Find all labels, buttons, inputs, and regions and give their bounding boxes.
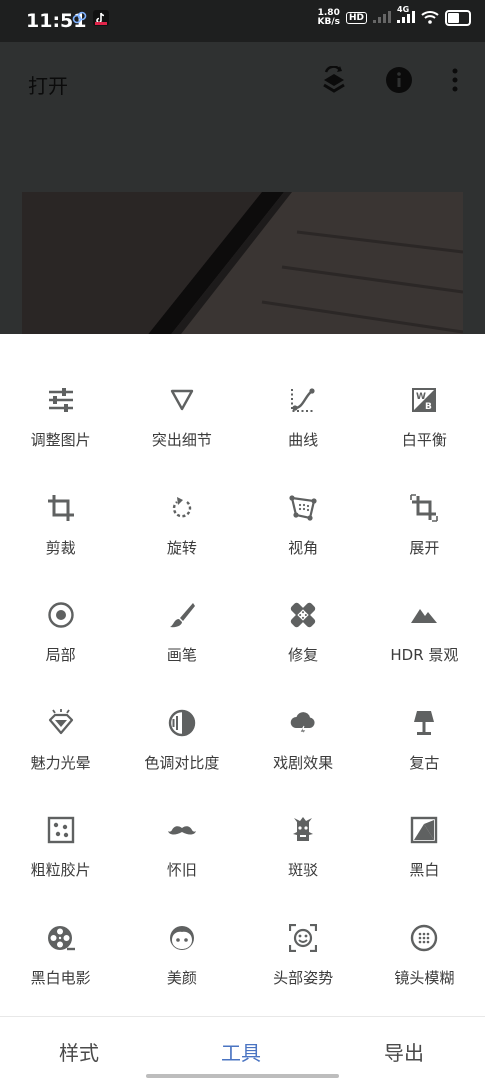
white-balance-icon: W B: [412, 388, 437, 412]
tool-label: 复古: [409, 753, 440, 772]
tool-expand[interactable]: 展开: [364, 482, 485, 590]
tool-glamour-glow[interactable]: 魅力光晕: [0, 697, 121, 805]
rotate-icon: [172, 496, 192, 517]
tool-label: 白平衡: [401, 431, 447, 449]
crop-icon: [47, 494, 74, 521]
face-icon: [169, 925, 194, 950]
glamour-glow-icon: [48, 708, 73, 734]
layers-undo-icon[interactable]: [320, 65, 348, 100]
tool-grunge[interactable]: 斑驳: [243, 804, 364, 912]
tool-tune-image[interactable]: 调整图片: [0, 374, 121, 482]
tool-label: 黑白: [409, 861, 440, 880]
editor-background: 打开: [0, 42, 485, 334]
tools-grid: 调整图片 突出细节 曲线 W B 白平衡 剪裁 旋转 视角 展开 局部 画笔 修…: [0, 374, 485, 1020]
open-button[interactable]: 打开: [28, 70, 68, 99]
tool-details[interactable]: 突出细节: [121, 374, 242, 482]
tonal-contrast-icon: [168, 709, 196, 736]
grainy-film-icon: [47, 817, 74, 844]
tool-tonal-contrast[interactable]: 色调对比度: [121, 697, 242, 805]
selective-icon: [47, 602, 74, 628]
tab-export[interactable]: 导出: [384, 1037, 424, 1066]
tool-label: 局部: [45, 646, 76, 665]
info-icon[interactable]: [385, 66, 413, 98]
status-bar: 11:51 1.80 KB/s HD 4G: [0, 0, 485, 42]
black-white-icon: [411, 817, 438, 844]
tool-noir[interactable]: 黑白电影: [0, 912, 121, 1020]
svg-text:B: B: [425, 402, 432, 412]
tool-label: 粗粒胶片: [30, 861, 91, 880]
battery-icon: [445, 10, 471, 26]
landscape-icon: [411, 609, 438, 624]
mustache-icon: [167, 826, 196, 835]
tool-label: 旋转: [166, 538, 197, 557]
tool-label: 画笔: [166, 646, 197, 665]
tool-label: 魅力光晕: [30, 753, 91, 772]
tool-label: 修复: [288, 646, 319, 665]
expand-icon: [410, 493, 439, 522]
head-pose-icon: [289, 923, 318, 952]
tool-label: 头部姿势: [273, 968, 334, 987]
tool-hdr[interactable]: HDR 景观: [364, 589, 485, 697]
grunge-icon: [293, 817, 314, 842]
tool-face[interactable]: 美颜: [121, 912, 242, 1020]
tool-label: 剪裁: [45, 538, 76, 557]
cloud-sync-icon: [72, 10, 88, 30]
tool-label: 突出细节: [151, 431, 212, 449]
tool-lens-blur[interactable]: 镜头模糊: [364, 912, 485, 1020]
tool-label: 戏剧效果: [273, 753, 334, 772]
tool-rotate[interactable]: 旋转: [121, 482, 242, 590]
wifi-icon: [421, 10, 439, 27]
tool-label: 镜头模糊: [394, 968, 455, 987]
tools-sheet: 调整图片 突出细节 曲线 W B 白平衡 剪裁 旋转 视角 展开 局部 画笔 修…: [0, 334, 485, 1016]
tab-styles[interactable]: 样式: [59, 1037, 99, 1066]
network-type: 4G: [397, 5, 415, 26]
healing-icon: [290, 602, 316, 628]
drama-cloud-icon: [290, 711, 315, 737]
tool-label: HDR 景观: [390, 646, 459, 665]
tool-black-white[interactable]: 黑白: [364, 804, 485, 912]
tool-label: 斑驳: [288, 861, 319, 880]
tool-white-balance[interactable]: W B 白平衡: [364, 374, 485, 482]
tab-tools[interactable]: 工具: [221, 1037, 261, 1066]
home-indicator[interactable]: [146, 1074, 339, 1078]
tool-brush[interactable]: 画笔: [121, 589, 242, 697]
tool-label: 黑白电影: [30, 968, 91, 987]
brush-icon: [169, 603, 195, 628]
tool-label: 曲线: [288, 431, 319, 449]
tool-drama[interactable]: 戏剧效果: [243, 697, 364, 805]
tool-perspective[interactable]: 视角: [243, 482, 364, 590]
triangle-down-icon: [170, 389, 194, 411]
tool-healing[interactable]: 修复: [243, 589, 364, 697]
tiktok-icon: [93, 10, 109, 30]
vintage-lamp-icon: [414, 710, 435, 735]
tool-retrolux[interactable]: 怀旧: [121, 804, 242, 912]
more-vert-icon[interactable]: [450, 66, 460, 98]
curve-icon: [291, 388, 315, 412]
tool-label: 美颜: [166, 968, 197, 987]
perspective-icon: [289, 494, 317, 521]
hd-badge: HD: [345, 12, 367, 24]
tool-crop[interactable]: 剪裁: [0, 482, 121, 590]
svg-text:W: W: [416, 392, 426, 402]
tune-sliders-icon: [48, 388, 73, 412]
tool-label: 色调对比度: [144, 753, 220, 772]
tool-label: 怀旧: [166, 861, 197, 880]
lens-blur-icon: [411, 924, 438, 952]
bottom-nav: 样式 工具 导出: [0, 1016, 485, 1081]
tool-head-pose[interactable]: 头部姿势: [243, 912, 364, 1020]
network-speed: 1.80 KB/s: [317, 8, 340, 27]
tool-selective[interactable]: 局部: [0, 589, 121, 697]
tool-label: 展开: [409, 538, 440, 557]
tool-vintage[interactable]: 复古: [364, 697, 485, 805]
signal-icon: [373, 10, 391, 26]
tool-grainy-film[interactable]: 粗粒胶片: [0, 804, 121, 912]
tool-curves[interactable]: 曲线: [243, 374, 364, 482]
photo-preview: [22, 192, 463, 334]
tool-label: 视角: [288, 538, 319, 557]
tool-label: 调整图片: [30, 431, 91, 449]
film-reel-icon: [47, 925, 75, 951]
